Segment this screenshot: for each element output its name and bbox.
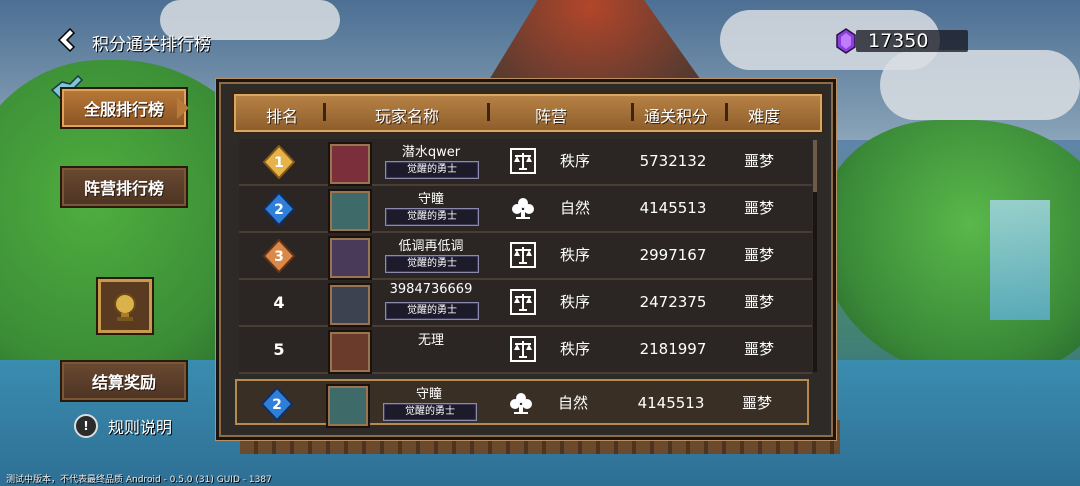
avatar[interactable] bbox=[328, 236, 372, 280]
player-name: 3984736669 bbox=[389, 282, 473, 297]
player-name: 潜水qwer bbox=[401, 145, 461, 160]
info-icon: ! bbox=[74, 414, 98, 438]
table-row[interactable]: 1 潜水qwer 觉醒的勇士 秩序 5732132 噩梦 bbox=[239, 139, 812, 186]
rank-number: 4 bbox=[273, 293, 285, 312]
currency-display: 17350 bbox=[836, 28, 968, 54]
difficulty-value: 噩梦 bbox=[741, 394, 772, 412]
top-bar: 积分通关排行榜 17350 bbox=[0, 0, 1080, 80]
faction-name: 秩序 bbox=[559, 246, 590, 264]
table-row[interactable]: 4 3984736669 觉醒的勇士 秩序 2472375 噩梦 bbox=[239, 280, 812, 327]
page-title: 积分通关排行榜 bbox=[92, 35, 211, 55]
player-title-badge: 觉醒的勇士 bbox=[385, 161, 479, 179]
score-value: 2181997 bbox=[639, 340, 707, 358]
player-name: 无理 bbox=[417, 333, 444, 348]
faction-name: 秩序 bbox=[559, 152, 590, 170]
rank-cell: 2 bbox=[249, 186, 309, 231]
tab-faction-ranking[interactable]: 阵营排行榜 bbox=[60, 166, 188, 208]
avatar[interactable] bbox=[328, 330, 372, 374]
rules-label: 规则说明 bbox=[108, 418, 173, 437]
score-value: 5732132 bbox=[639, 152, 707, 170]
svg-text:2: 2 bbox=[274, 202, 284, 218]
medal-blue-icon: 2 bbox=[263, 191, 295, 226]
column-player: 玩家名称 bbox=[374, 107, 439, 126]
column-rank: 排名 bbox=[265, 107, 298, 126]
column-score: 通关积分 bbox=[643, 107, 708, 126]
player-title-badge: 觉醒的勇士 bbox=[385, 255, 479, 273]
scales-icon bbox=[510, 242, 536, 268]
faction-name: 自然 bbox=[559, 199, 590, 217]
player-title-badge: 觉醒的勇士 bbox=[383, 403, 477, 421]
score-value: 2472375 bbox=[639, 293, 707, 311]
gem-icon bbox=[836, 28, 856, 54]
reward-chest-button[interactable] bbox=[96, 277, 154, 335]
player-title-badge: 觉醒的勇士 bbox=[385, 208, 479, 226]
faction-name: 秩序 bbox=[559, 293, 590, 311]
scales-icon bbox=[510, 336, 536, 362]
player-title-badge: 觉醒的勇士 bbox=[385, 302, 479, 320]
rules-link[interactable]: ! 规则说明 bbox=[74, 414, 172, 438]
difficulty-value: 噩梦 bbox=[743, 293, 774, 311]
difficulty-value: 噩梦 bbox=[743, 152, 774, 170]
medal-blue-icon: 2 bbox=[261, 386, 293, 421]
rank-cell: 1 bbox=[249, 139, 309, 184]
settle-rewards-button[interactable]: 结算奖励 bbox=[60, 360, 188, 402]
column-difficulty: 难度 bbox=[747, 107, 780, 126]
svg-text:3: 3 bbox=[274, 249, 284, 265]
medal-gold-icon: 1 bbox=[263, 144, 295, 179]
nature-icon bbox=[510, 393, 532, 414]
player-name: 守瞳 bbox=[417, 192, 444, 207]
avatar[interactable] bbox=[328, 283, 372, 327]
scales-icon bbox=[510, 289, 536, 315]
avatar[interactable] bbox=[326, 384, 370, 428]
tab-global-ranking[interactable]: 全服排行榜 bbox=[60, 87, 189, 129]
score-value: 4145513 bbox=[639, 199, 707, 217]
leaderboard-panel: 排名 玩家名称 阵营 通关积分 难度 1 潜水qwer 觉醒的勇士 秩序 5732132… bbox=[216, 79, 836, 440]
rank-cell: 2 bbox=[247, 381, 307, 426]
avatar[interactable] bbox=[328, 142, 372, 186]
currency-value: 17350 bbox=[868, 30, 929, 52]
difficulty-value: 噩梦 bbox=[743, 340, 774, 358]
score-value: 4145513 bbox=[637, 394, 705, 412]
difficulty-value: 噩梦 bbox=[743, 199, 774, 217]
difficulty-value: 噩梦 bbox=[743, 246, 774, 264]
player-name: 守瞳 bbox=[415, 387, 442, 402]
self-rank-row[interactable]: 2 守瞳 觉醒的勇士 自然 4145513 噩梦 bbox=[235, 379, 809, 428]
back-icon[interactable] bbox=[54, 27, 76, 53]
faction-name: 自然 bbox=[557, 394, 588, 412]
rank-cell: 4 bbox=[249, 280, 309, 325]
rank-number: 5 bbox=[273, 340, 285, 359]
avatar[interactable] bbox=[328, 189, 372, 233]
table-header: 排名 玩家名称 阵营 通关积分 难度 bbox=[232, 92, 824, 134]
table-row[interactable]: 2 守瞳 觉醒的勇士 自然 4145513 噩梦 bbox=[239, 186, 812, 233]
player-name: 低调再低调 bbox=[398, 239, 464, 254]
nature-icon bbox=[512, 198, 534, 219]
column-faction: 阵营 bbox=[534, 107, 567, 126]
rank-cell: 5 bbox=[249, 327, 309, 372]
svg-text:1: 1 bbox=[274, 155, 284, 171]
version-footer: 测试中版本，不代表最终品质 Android - 0.5.0 (31) GUID … bbox=[6, 475, 272, 485]
scales-icon bbox=[510, 148, 536, 174]
trophy-icon bbox=[114, 293, 136, 321]
svg-text:2: 2 bbox=[272, 397, 282, 413]
score-value: 2997167 bbox=[639, 246, 707, 264]
rank-cell: 3 bbox=[249, 233, 309, 278]
table-row[interactable]: 3 低调再低调 觉醒的勇士 秩序 2997167 噩梦 bbox=[239, 233, 812, 280]
table-row[interactable]: 5 无理 秩序 2181997 噩梦 bbox=[239, 327, 812, 374]
medal-bronze-icon: 3 bbox=[263, 238, 295, 273]
scrollbar[interactable] bbox=[813, 140, 817, 372]
faction-name: 秩序 bbox=[559, 340, 590, 358]
